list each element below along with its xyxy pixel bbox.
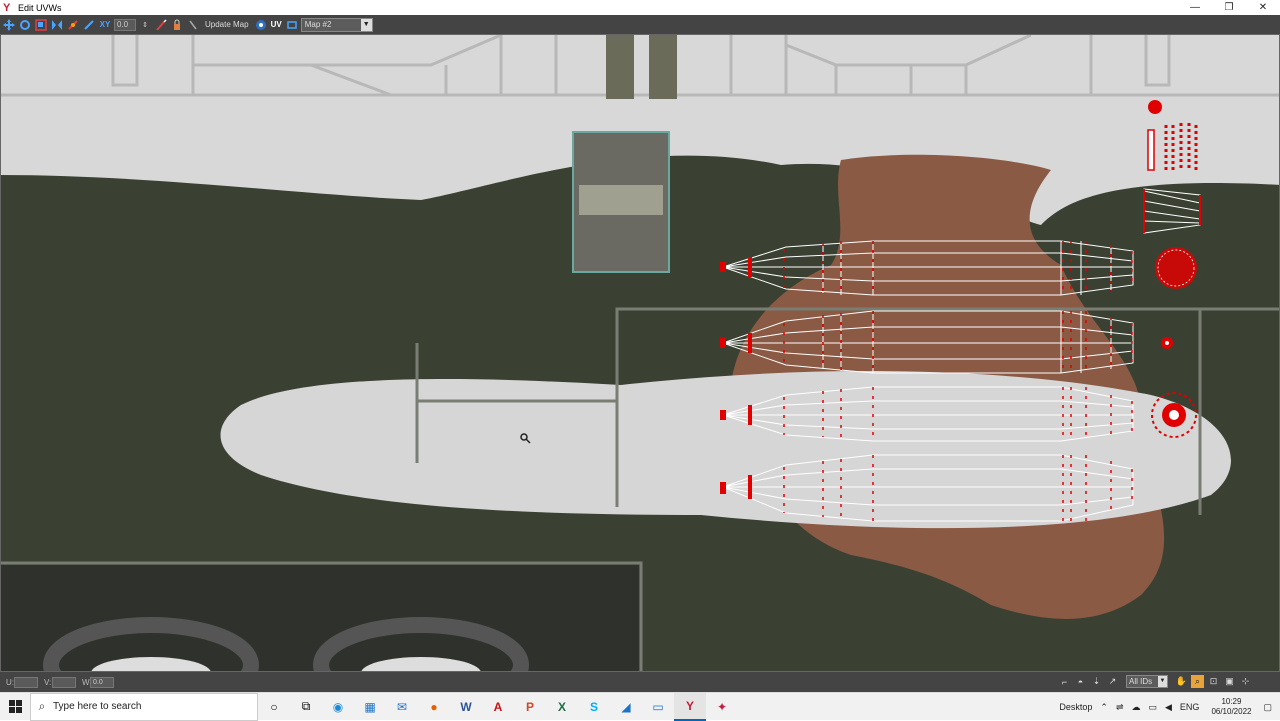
move-icon[interactable] [2,18,16,32]
chevron-down-icon: ▼ [1158,676,1167,687]
app-logo-icon: Y [3,1,11,14]
update-map-button[interactable]: Update Map [202,18,252,32]
taskbar-search[interactable]: ⌕ Type here to search [30,692,258,721]
v-input[interactable] [52,676,76,688]
filter-icon[interactable] [186,18,200,32]
status-tools: ⌐ ◓ ⇣ ↗ All IDs ▼ ✋ ⌕ ⊡ ▣ ⊹ [1058,675,1252,688]
task-view-icon[interactable]: ⧉ [290,693,322,721]
window-controls: — ❐ ✕ [1178,0,1280,15]
system-tray: Desktop ⌃ ⇌ ☁ ▭ ◀ ENG 10:29 06/10/2022 ▢ [1055,693,1280,721]
clock-time: 10:29 [1221,697,1242,706]
u-field: U: [6,676,38,688]
restore-button[interactable]: ❐ [1212,0,1246,15]
zoom-region-icon[interactable]: ⊡ [1207,675,1220,688]
freeze-icon[interactable]: ⇣ [1090,675,1103,688]
windows-taskbar: ⌕ Type here to search ○ ⧉ ◉ ▦ ✉ ● W A P … [0,692,1280,721]
chevron-up-icon[interactable]: ⌃ [1096,702,1112,713]
filter-selected-icon[interactable]: ↗ [1106,675,1119,688]
freeform-icon[interactable] [66,18,80,32]
acrobat-icon[interactable]: A [482,693,514,721]
volume-icon[interactable]: ◀ [1161,702,1176,713]
display-icon[interactable] [254,18,268,32]
language-indicator[interactable]: ENG [1176,702,1204,712]
map-select-value: Map #2 [304,19,332,29]
spinner-field[interactable]: 0.0 [114,18,136,31]
w-field: W: 0.0 [82,676,114,688]
excel-icon[interactable]: X [546,693,578,721]
close-button[interactable]: ✕ [1246,0,1280,15]
word-icon[interactable]: W [450,693,482,721]
view-icon[interactable] [285,18,299,32]
w-label: W: [82,677,92,687]
app-icon[interactable]: ◢ [610,693,642,721]
v-field: V: [44,676,76,688]
u-label: U: [6,677,14,687]
store-icon[interactable]: ▦ [354,693,386,721]
onedrive-icon[interactable]: ☁ [1127,702,1144,713]
scale-icon[interactable] [34,18,48,32]
photos-icon[interactable]: ▭ [642,693,674,721]
network-icon[interactable]: ▭ [1144,702,1161,713]
spinner-arrows-icon[interactable]: ⇕ [138,18,152,32]
mirror-icon[interactable] [50,18,64,32]
chevron-down-icon: ▼ [360,18,372,31]
uv-editor-viewport[interactable] [0,34,1280,672]
zoom-extents-icon[interactable]: ▣ [1223,675,1236,688]
edge-icon[interactable]: ◉ [322,693,354,721]
search-placeholder: Type here to search [53,701,142,712]
red-app-icon[interactable]: ✦ [706,693,738,721]
desktop-toolbar[interactable]: Desktop [1055,702,1096,712]
snap-icon[interactable]: ⊹ [1239,675,1252,688]
weld-icon[interactable] [82,18,96,32]
zoom-icon[interactable]: ⌕ [1191,675,1204,688]
firefox-icon[interactable]: ● [418,693,450,721]
uv-canvas[interactable] [1,35,1280,672]
mail-icon[interactable]: ✉ [386,693,418,721]
ids-select[interactable]: All IDs ▼ [1126,675,1168,688]
ids-select-value: All IDs [1129,677,1153,686]
rotate-icon[interactable] [18,18,32,32]
lock-selection-icon[interactable]: ⌐ [1058,675,1071,688]
cortana-icon[interactable]: ○ [258,693,290,721]
skype-icon[interactable]: S [578,693,610,721]
u-input[interactable] [14,676,38,688]
minimize-button[interactable]: — [1178,0,1212,15]
3dsmax-icon[interactable]: Y [674,692,706,721]
hide-icon[interactable]: ◓ [1074,675,1087,688]
texture-photo-stripe [579,185,663,215]
windows-logo-icon [8,700,22,713]
notifications-icon[interactable]: ▢ [1259,702,1280,713]
uv-toggle-button[interactable]: UV [270,18,283,32]
clock[interactable]: 10:29 06/10/2022 [1203,697,1259,717]
clock-date: 06/10/2022 [1211,707,1252,716]
start-button[interactable] [0,693,30,721]
texture-tile-1 [606,35,634,99]
v-label: V: [44,677,52,687]
usb-icon[interactable]: ⇌ [1112,702,1128,713]
lock-icon[interactable] [170,18,184,32]
uv-status-bar: U: V: W: 0.0 ⌐ ◓ ⇣ ↗ All IDs ▼ ✋ ⌕ ⊡ ▣ ⊹ [0,672,1280,692]
pan-icon[interactable]: ✋ [1175,675,1188,688]
search-icon: ⌕ [38,699,46,713]
window-title: Edit UVWs [18,2,62,13]
uv-toolbar: XY 0.0 ⇕ Update Map UV Map #2 ▼ [0,15,1280,34]
w-input[interactable]: 0.0 [90,676,114,688]
title-bar: Y Edit UVWs — ❐ ✕ [0,0,1280,15]
map-select[interactable]: Map #2 ▼ [300,17,373,32]
powerpoint-icon[interactable]: P [514,693,546,721]
xy-axis-icon[interactable]: XY [98,18,112,32]
texture-tile-2 [649,35,677,99]
pick-texture-icon[interactable] [154,18,168,32]
